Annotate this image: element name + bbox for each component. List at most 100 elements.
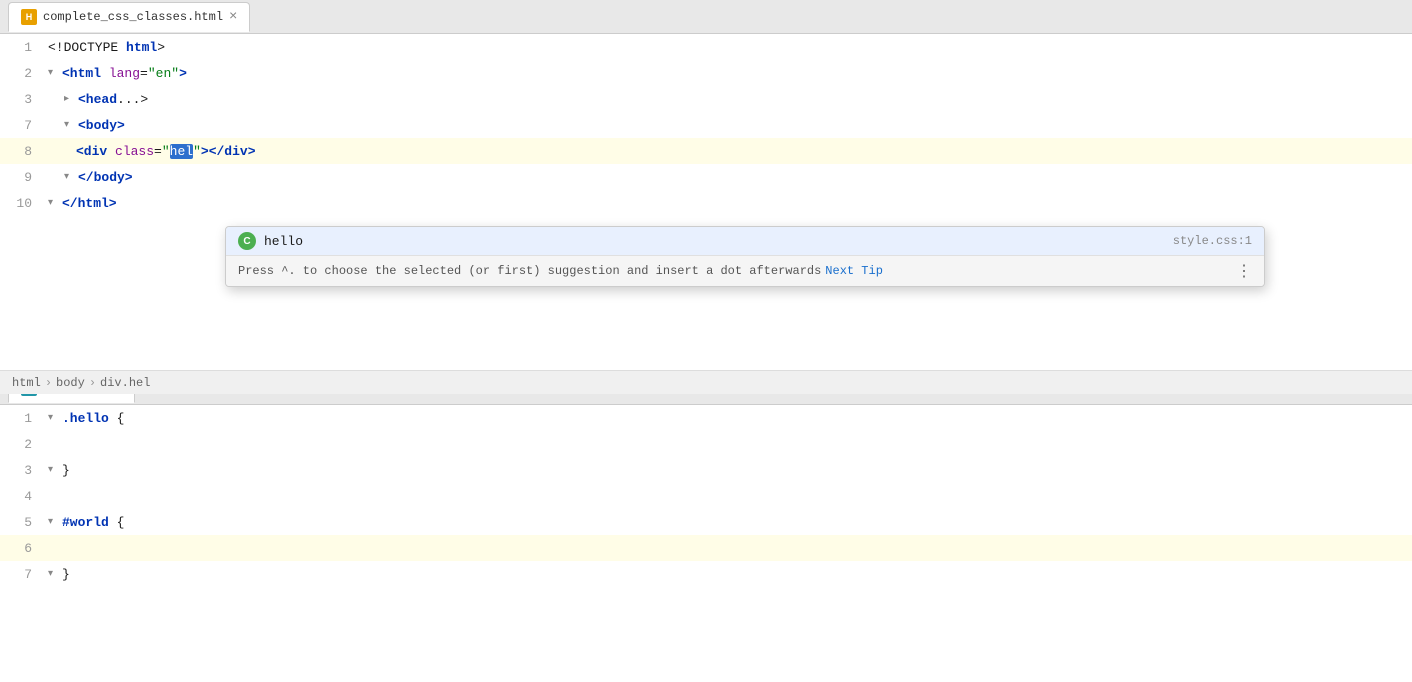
line-number: 2: [0, 431, 40, 457]
html-tab-close[interactable]: ×: [229, 10, 237, 24]
breadcrumb-div: div.hel: [100, 376, 150, 390]
autocomplete-hint-text: Press ^. to choose the selected (or firs…: [238, 264, 821, 278]
css-editor-pane: 1 ▾.hello { 2 3 ▾} 4: [0, 405, 1412, 682]
breadcrumb-sep-2: ›: [89, 376, 96, 390]
tab-html[interactable]: H complete_css_classes.html ×: [8, 2, 250, 32]
code-attr-value: "en": [148, 66, 179, 81]
table-row: 9 ▾</body>: [0, 164, 1412, 190]
code-tag: <body>: [78, 118, 125, 133]
breadcrumb-body: body: [56, 376, 85, 390]
fold-icon[interactable]: ▾: [48, 516, 60, 528]
autocomplete-item-text: hello: [264, 234, 1165, 249]
autocomplete-item[interactable]: C hello style.css:1: [226, 227, 1264, 255]
html-tab-filename: complete_css_classes.html: [43, 10, 223, 24]
table-row: 6: [0, 535, 1412, 561]
code-line[interactable]: ▾</body>: [40, 164, 133, 190]
code-line[interactable]: ▸<head...>: [40, 86, 148, 112]
code-tag: <head: [78, 92, 117, 107]
line-number: 1: [0, 34, 40, 60]
code-line[interactable]: [40, 535, 48, 561]
table-row: 7 ▾<body>: [0, 112, 1412, 138]
code-line[interactable]: [40, 483, 48, 509]
breadcrumb-sep-1: ›: [45, 376, 52, 390]
code-line[interactable]: <!DOCTYPE html>: [40, 34, 165, 60]
line-number: 10: [0, 190, 40, 216]
fold-icon[interactable]: ▾: [48, 67, 60, 79]
code-tag: >: [179, 66, 187, 81]
table-row: 2 ▾<html lang="en">: [0, 60, 1412, 86]
fold-icon[interactable]: ▾: [48, 197, 60, 209]
autocomplete-item-icon: C: [238, 232, 256, 250]
autocomplete-item-source: style.css:1: [1173, 234, 1252, 248]
next-tip-button[interactable]: Next Tip: [825, 264, 883, 278]
code-line[interactable]: ▾#world {: [40, 509, 124, 535]
code-brace: }: [62, 567, 70, 582]
table-row: 5 ▾#world {: [0, 509, 1412, 535]
line-number: 2: [0, 60, 40, 86]
line-number: 3: [0, 457, 40, 483]
autocomplete-popup: C hello style.css:1 Press ^. to choose t…: [225, 226, 1265, 287]
fold-icon[interactable]: ▾: [48, 412, 60, 424]
code-line[interactable]: ▾}: [40, 457, 70, 483]
css-code-lines: 1 ▾.hello { 2 3 ▾} 4: [0, 405, 1412, 682]
html-editor-pane: 1 <!DOCTYPE html> 2 ▾<html lang="en"> 3 …: [0, 34, 1412, 371]
code-text: =: [140, 66, 148, 81]
breadcrumb-html: html: [12, 376, 41, 390]
table-row: 4: [0, 483, 1412, 509]
code-line[interactable]: [40, 431, 48, 457]
table-row: 3 ▾}: [0, 457, 1412, 483]
line-number: 9: [0, 164, 40, 190]
fold-icon[interactable]: ▾: [64, 119, 76, 131]
html-code-lines: 1 <!DOCTYPE html> 2 ▾<html lang="en"> 3 …: [0, 34, 1412, 370]
fold-icon[interactable]: ▸: [64, 93, 76, 105]
line-number: 1: [0, 405, 40, 431]
code-attr-value: ": [193, 144, 201, 159]
code-brace: {: [109, 515, 125, 530]
code-text: [101, 66, 109, 81]
css-code-area: 1 ▾.hello { 2 3 ▾} 4: [0, 405, 1412, 682]
code-tag: <html: [62, 66, 101, 81]
code-tag: </body>: [78, 170, 133, 185]
line-number: 6: [0, 535, 40, 561]
code-tag: </html>: [62, 196, 117, 211]
code-selector: .hello: [62, 411, 109, 426]
line-number: 3: [0, 86, 40, 112]
line-number: 7: [0, 561, 40, 587]
code-text: >: [157, 40, 165, 55]
code-text: =: [154, 144, 162, 159]
line-number: 4: [0, 483, 40, 509]
code-attr: class: [115, 144, 154, 159]
code-line[interactable]: ▾.hello {: [40, 405, 124, 431]
table-row: 3 ▸<head...>: [0, 86, 1412, 112]
code-line[interactable]: ▾<html lang="en">: [40, 60, 187, 86]
table-row: 7 ▾}: [0, 561, 1412, 587]
html-code-area: 1 <!DOCTYPE html> 2 ▾<html lang="en"> 3 …: [0, 34, 1412, 370]
code-line[interactable]: ▾</html>: [40, 190, 117, 216]
breadcrumb: html › body › div.hel: [0, 370, 1412, 394]
table-row: 8 <div class="hel"></div>: [0, 138, 1412, 164]
fold-icon[interactable]: ▾: [48, 568, 60, 580]
line-number: 8: [0, 138, 40, 164]
code-attr: lang: [109, 66, 140, 81]
code-line[interactable]: ▾}: [40, 561, 70, 587]
top-tab-bar: H complete_css_classes.html ×: [0, 0, 1412, 34]
code-line[interactable]: ▾<body>: [40, 112, 125, 138]
autocomplete-hint: Press ^. to choose the selected (or firs…: [226, 255, 1264, 286]
selected-attr-value: hel: [170, 144, 193, 159]
table-row: 1 ▾.hello {: [0, 405, 1412, 431]
table-row: 10 ▾</html>: [0, 190, 1412, 216]
code-line[interactable]: <div class="hel"></div>: [40, 138, 256, 164]
fold-icon[interactable]: ▾: [64, 171, 76, 183]
code-text: ...>: [117, 92, 148, 107]
fold-icon[interactable]: ▾: [48, 464, 60, 476]
code-tag: <div: [76, 144, 107, 159]
line-number: 5: [0, 509, 40, 535]
code-brace: }: [62, 463, 70, 478]
table-row: 1 <!DOCTYPE html>: [0, 34, 1412, 60]
more-options-icon[interactable]: ⋮: [1236, 261, 1252, 281]
code-selector: #world: [62, 515, 109, 530]
html-tab-icon: H: [21, 9, 37, 25]
code-tag: ></div>: [201, 144, 256, 159]
code-text: [107, 144, 115, 159]
code-attr-value: ": [162, 144, 170, 159]
